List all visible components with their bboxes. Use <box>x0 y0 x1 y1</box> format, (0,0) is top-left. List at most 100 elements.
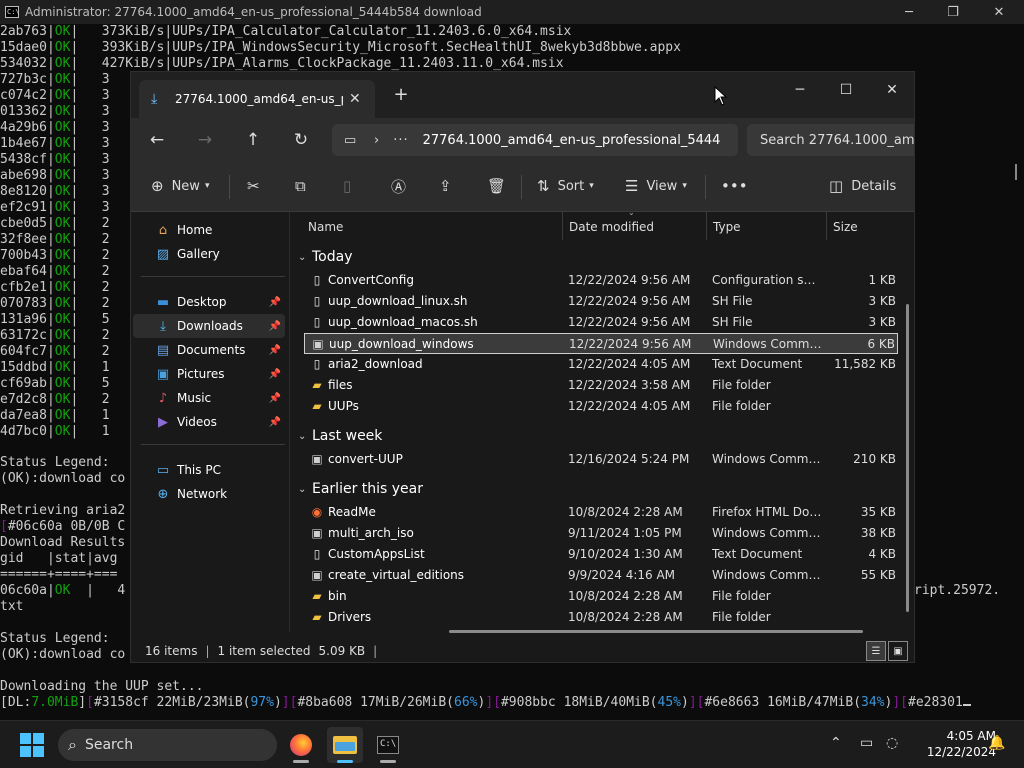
pin-icon[interactable]: 📌 <box>269 297 281 308</box>
terminal-minimize-button[interactable]: ─ <box>886 0 932 24</box>
nav-item-label: Music <box>177 391 212 405</box>
nav-item-gallery[interactable]: ▨ Gallery <box>133 242 285 266</box>
paste-button[interactable]: ▯ <box>343 172 351 200</box>
file-row[interactable]: ▰ bin 10/8/2024 2:28 AM File folder <box>304 586 898 607</box>
pin-icon[interactable]: 📌 <box>269 393 281 404</box>
nav-item-downloads[interactable]: ⤓ Downloads 📌 <box>133 314 285 338</box>
address-input[interactable]: ▭ › ··· 27764.1000_amd64_en-us_professio… <box>332 124 738 156</box>
explorer-close-button[interactable]: ✕ <box>869 76 914 104</box>
file-row[interactable]: ▯ CustomAppsList 9/10/2024 1:30 AM Text Doc… <box>304 544 898 565</box>
file-row[interactable]: ▰ files 12/22/2024 3:58 AM File folder <box>304 375 898 396</box>
more-options-button[interactable]: ••• <box>721 172 748 200</box>
file-row[interactable]: ▯ ConvertConfig 12/22/2024 9:56 AM Configur… <box>304 270 898 291</box>
share-button[interactable]: ⇪ <box>439 172 452 200</box>
chevron-right-icon[interactable]: › <box>374 133 379 148</box>
cut-button[interactable]: ✂ <box>247 172 260 200</box>
column-divider[interactable] <box>706 212 707 240</box>
nav-item-desktop[interactable]: ▬ Desktop 📌 <box>133 290 285 314</box>
terminal-line: (OK):download co <box>0 647 126 662</box>
file-type: Windows Comma... <box>712 568 822 582</box>
file-row[interactable]: ▣ convert-UUP 12/16/2024 5:24 PM Windows Co… <box>304 449 898 470</box>
more-path-icon[interactable]: ··· <box>393 133 408 148</box>
group-header[interactable]: ⌄ Earlier this year <box>298 478 423 500</box>
sort-button[interactable]: ⇅ Sort ▾ <box>537 172 594 200</box>
file-row[interactable]: ▯ uup_download_linux.sh 12/22/2024 9:56 AM… <box>304 291 898 312</box>
explorer-minimize-button[interactable]: ─ <box>777 76 823 104</box>
file-explorer-window[interactable]: ⤓ 27764.1000_amd64_en-us_prof ✕ + ─ ☐ ✕ … <box>130 71 915 663</box>
file-name: uup_download_windows <box>329 337 474 351</box>
file-row[interactable]: ▯ aria2_download 12/22/2024 4:05 AM Text Do… <box>304 354 898 375</box>
column-divider[interactable] <box>826 212 827 240</box>
file-row[interactable]: ▣ multi_arch_iso 9/11/2024 1:05 PM Windows … <box>304 523 898 544</box>
folder-icon: ▰ <box>312 589 322 603</box>
column-header-date[interactable]: Date modified <box>569 212 654 242</box>
terminal-title-bar[interactable]: C:\ Administrator: 27764.1000_amd64_en-u… <box>0 0 1024 24</box>
details-view-icon[interactable]: ☰ <box>866 641 886 661</box>
file-row[interactable]: ▰ Drivers 10/8/2024 2:28 AM File folder <box>304 607 898 628</box>
file-row[interactable]: ▰ UUPs 12/22/2024 4:05 AM File folder <box>304 396 898 417</box>
group-header[interactable]: ⌄ Today <box>298 246 353 268</box>
start-button[interactable] <box>20 733 44 757</box>
new-tab-icon[interactable]: + <box>391 86 411 106</box>
pin-icon[interactable]: 📌 <box>269 417 281 428</box>
nav-item-this-pc[interactable]: ▭ This PC <box>133 458 285 482</box>
terminal-maximize-button[interactable]: ❐ <box>930 0 976 24</box>
delete-button[interactable]: 🗑 <box>487 172 506 200</box>
chevron-up-icon[interactable]: ⌃ <box>830 735 842 751</box>
back-arrow-icon[interactable]: ← <box>143 126 171 154</box>
file-name: ReadMe <box>328 505 376 519</box>
network-status-icon[interactable]: ▭ <box>860 735 873 751</box>
column-header-type[interactable]: Type <box>713 212 741 242</box>
nav-item-pictures[interactable]: ▣ Pictures 📌 <box>133 362 285 386</box>
new-button[interactable]: ⊕ New ▾ <box>151 172 209 200</box>
firefox-icon <box>290 734 312 756</box>
terminal-scrollbar[interactable] <box>1015 164 1017 180</box>
file-list-horizontal-scrollbar[interactable] <box>449 630 863 633</box>
taskbar-clock[interactable]: 4:05 AM 12/22/2024 <box>912 728 996 760</box>
nav-item-documents[interactable]: ▤ Documents 📌 <box>133 338 285 362</box>
file-row[interactable]: ◉ ReadMe 10/8/2024 2:28 AM Firefox HTML Doc… <box>304 502 898 523</box>
column-header-name[interactable]: Name <box>308 212 343 242</box>
taskbar: ⌕ Search C:\ ⌃ ▭ ◌ 4:05 AM 12/22/2024 🔔 <box>0 720 1024 768</box>
details-button[interactable]: ◫ Details <box>829 172 896 200</box>
pin-icon[interactable]: 📌 <box>269 369 281 380</box>
copy-button[interactable]: ⧉ <box>295 172 306 200</box>
tab-close-icon[interactable]: ✕ <box>349 91 361 107</box>
file-list[interactable]: Name Date modified ⌄ Type Size ⌄ Today ▯ Co… <box>289 208 914 632</box>
search-input[interactable]: Search 27764.1000_amd6 <box>747 124 914 156</box>
taskbar-file-explorer[interactable] <box>327 727 363 763</box>
column-divider[interactable] <box>562 212 563 240</box>
group-header[interactable]: ⌄ Last week <box>298 425 382 447</box>
file-row[interactable]: ▣ uup_download_windows 12/22/2024 9:56 AM W… <box>304 333 898 354</box>
file-row[interactable]: ▯ uup_download_macos.sh 12/22/2024 9:56 AM… <box>304 312 898 333</box>
nav-item-music[interactable]: ♪ Music 📌 <box>133 386 285 410</box>
file-type: Windows Comma... <box>713 337 823 351</box>
forward-arrow-icon[interactable]: → <box>191 126 219 154</box>
share-icon: ⇪ <box>439 177 452 195</box>
view-button[interactable]: ☰ View ▾ <box>625 172 687 200</box>
explorer-maximize-button[interactable]: ☐ <box>823 76 869 104</box>
terminal-close-button[interactable]: ✕ <box>976 0 1022 24</box>
taskbar-terminal[interactable]: C:\ <box>370 727 406 763</box>
taskbar-firefox[interactable] <box>283 727 319 763</box>
refresh-icon[interactable]: ↻ <box>287 126 315 154</box>
up-arrow-icon[interactable]: ↑ <box>239 126 267 154</box>
pin-icon[interactable]: 📌 <box>269 321 281 332</box>
terminal-result-line: 2ab763|OK| 373KiB/s|UUPs/IPA_Calculator_… <box>0 24 572 39</box>
nav-item-home[interactable]: ⌂ Home <box>133 218 285 242</box>
terminal-line: ======+====+=== <box>0 567 118 582</box>
notification-bell-icon[interactable]: 🔔 <box>988 735 1005 751</box>
file-list-vertical-scrollbar[interactable] <box>906 304 909 612</box>
explorer-tab-bar[interactable]: ⤓ 27764.1000_amd64_en-us_prof ✕ + ─ ☐ ✕ <box>131 72 914 118</box>
rename-button[interactable]: Ⓐ <box>391 172 406 200</box>
file-row[interactable]: ▣ create_virtual_editions 9/9/2024 4:16 AM… <box>304 565 898 586</box>
videos-icon: ▶ <box>158 414 168 430</box>
explorer-tab[interactable]: ⤓ 27764.1000_amd64_en-us_prof ✕ <box>139 80 375 118</box>
pin-icon[interactable]: 📌 <box>269 345 281 356</box>
taskbar-search[interactable]: ⌕ Search <box>58 729 277 761</box>
tiles-view-icon[interactable]: ▣ <box>888 641 908 661</box>
volume-muted-icon[interactable]: ◌ <box>886 735 898 751</box>
column-header-size[interactable]: Size <box>833 212 858 242</box>
nav-item-network[interactable]: ⊕ Network <box>133 482 285 506</box>
nav-item-videos[interactable]: ▶ Videos 📌 <box>133 410 285 434</box>
